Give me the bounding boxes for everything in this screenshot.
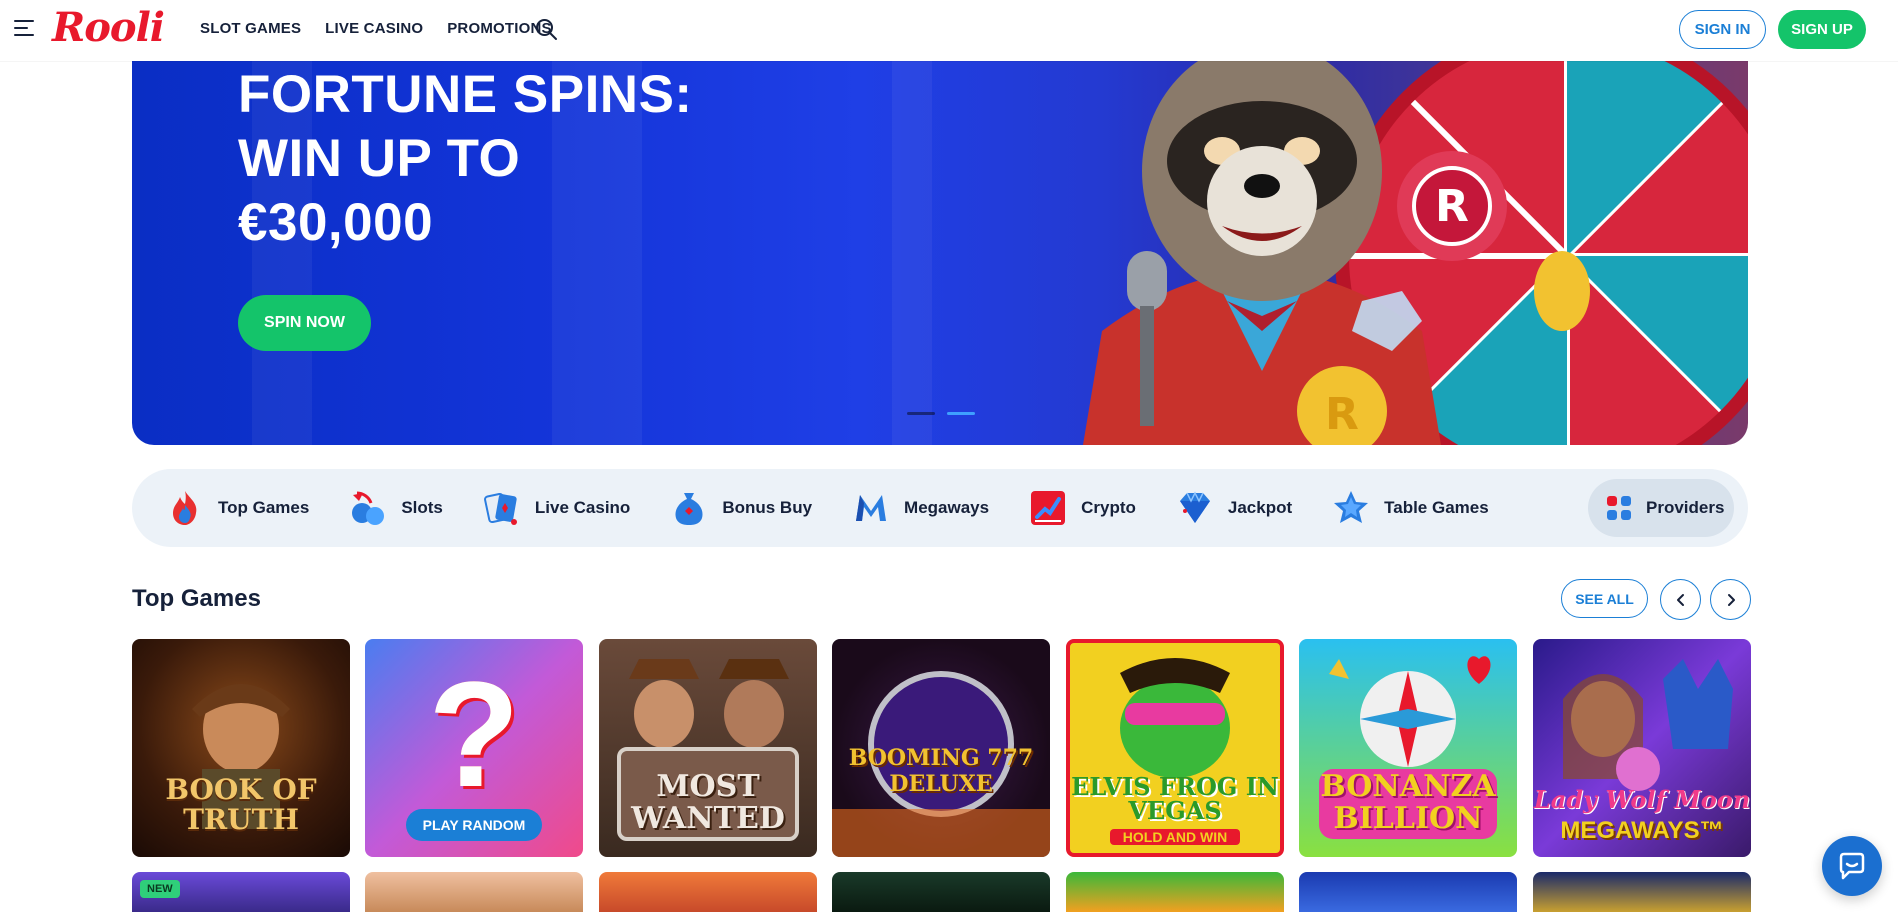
category-crypto[interactable]: Crypto [1029,478,1136,538]
game-title: BOOMING 777 DELUXE [848,745,1034,797]
nav-live-casino[interactable]: LIVE CASINO [325,20,423,37]
category-label: Bonus Buy [722,498,813,517]
site-header: Rooli SLOT GAMES LIVE CASINO PROMOTIONS … [0,0,1898,61]
chat-bubble-icon [1839,852,1865,880]
carousel-prev-button[interactable] [1660,579,1701,620]
hero-title: FORTUNE SPINS: WIN UP TO €30,000 [238,65,693,252]
game-title: Lady Wolf Moon [1533,785,1751,814]
category-label: Table Games [1384,498,1489,517]
carousel-dot[interactable] [907,412,935,415]
game-title: MOST WANTED [631,769,785,836]
play-random-button[interactable]: PLAY RANDOM [406,809,542,841]
game-tile[interactable] [1299,872,1517,912]
game-subtitle: HOLD AND WIN [1110,829,1240,845]
carousel-pagination [907,412,975,415]
game-tile-booming-777[interactable]: BOOMING 777 DELUXE [832,639,1050,857]
game-tile-lady-wolf-moon[interactable]: Lady Wolf Moon MEGAWAYS™ [1533,639,1751,857]
category-label: Live Casino [534,498,631,517]
category-label: Jackpot [1227,498,1293,517]
category-label: Crypto [1081,498,1136,517]
hero-banner[interactable]: R R FORTUNE SPINS: WIN UP TO €30,000 SPI… [132,61,1748,445]
see-all-button[interactable]: SEE ALL [1561,579,1648,618]
flame-icon [173,491,197,525]
spin-now-button[interactable]: SPIN NOW [238,295,371,351]
diamond-icon [1179,491,1210,523]
section-title: Top Games [132,585,261,612]
game-tile[interactable] [832,872,1050,912]
game-tile[interactable] [1533,872,1751,912]
game-tile[interactable] [599,872,817,912]
hero-bg-stripe [892,61,932,445]
game-tile[interactable] [1066,872,1284,912]
game-tile-elvis-frog[interactable]: ELVIS FROG IN VEGAS HOLD AND WIN [1066,639,1284,857]
providers-button[interactable]: Providers [1588,479,1734,537]
category-bar: Top Games Slots Live Casino Bonus Buy Me… [132,469,1748,547]
category-label: Slots [401,498,443,517]
category-top-games[interactable]: Top Games [166,478,309,538]
search-icon[interactable] [534,17,558,41]
question-mark-icon: ? [428,650,520,818]
game-tile-most-wanted[interactable]: MOST WANTED [599,639,817,857]
game-tile[interactable] [365,872,583,912]
category-live-casino[interactable]: Live Casino [483,478,630,538]
money-bag-icon [675,493,703,525]
chart-icon [1031,491,1066,525]
category-label: Top Games [218,498,310,517]
carousel-dot-active[interactable] [947,412,975,415]
sign-up-button[interactable]: SIGN UP [1778,10,1866,49]
chevron-right-icon [1727,593,1735,606]
svg-text:R: R [1325,389,1359,440]
megaways-icon [856,495,887,521]
live-chat-button[interactable] [1822,836,1882,896]
menu-icon[interactable] [14,20,36,38]
chevron-left-icon [1676,593,1684,606]
game-subtitle: MEGAWAYS™ [1560,817,1724,844]
carousel-next-button[interactable] [1710,579,1751,620]
grid-icon [1607,496,1631,520]
nav-slot-games[interactable]: SLOT GAMES [200,20,301,37]
game-title: ELVIS FROG IN VEGAS [1071,772,1279,825]
category-table-games[interactable]: Table Games [1332,478,1489,538]
providers-label: Providers [1646,498,1725,517]
new-badge: NEW [140,880,180,898]
game-tile-book-of-truth[interactable]: BOOK OF TRUTH [132,639,350,857]
site-logo[interactable]: Rooli [52,4,165,51]
main-nav: SLOT GAMES LIVE CASINO PROMOTIONS [200,20,552,37]
raccoon-mascot-illustration: R [1083,61,1441,445]
category-jackpot[interactable]: Jackpot [1176,478,1292,538]
game-tile-bonanza-billion[interactable]: BONANZA BILLION [1299,639,1517,857]
game-tile-play-random[interactable]: ? PLAY RANDOM [365,639,583,857]
category-slots[interactable]: Slots [349,478,443,538]
sign-in-button[interactable]: SIGN IN [1679,10,1766,49]
star-icon [1334,491,1369,523]
category-label: Megaways [904,498,990,517]
game-title: BONANZA BILLION [1320,769,1496,836]
game-tile[interactable]: NEW [132,872,350,912]
cards-icon [483,492,517,525]
game-title: BOOK OF TRUTH [165,773,317,836]
cherries-icon [352,491,385,525]
category-bonus-buy[interactable]: Bonus Buy [670,478,812,538]
category-megaways[interactable]: Megaways [852,478,989,538]
